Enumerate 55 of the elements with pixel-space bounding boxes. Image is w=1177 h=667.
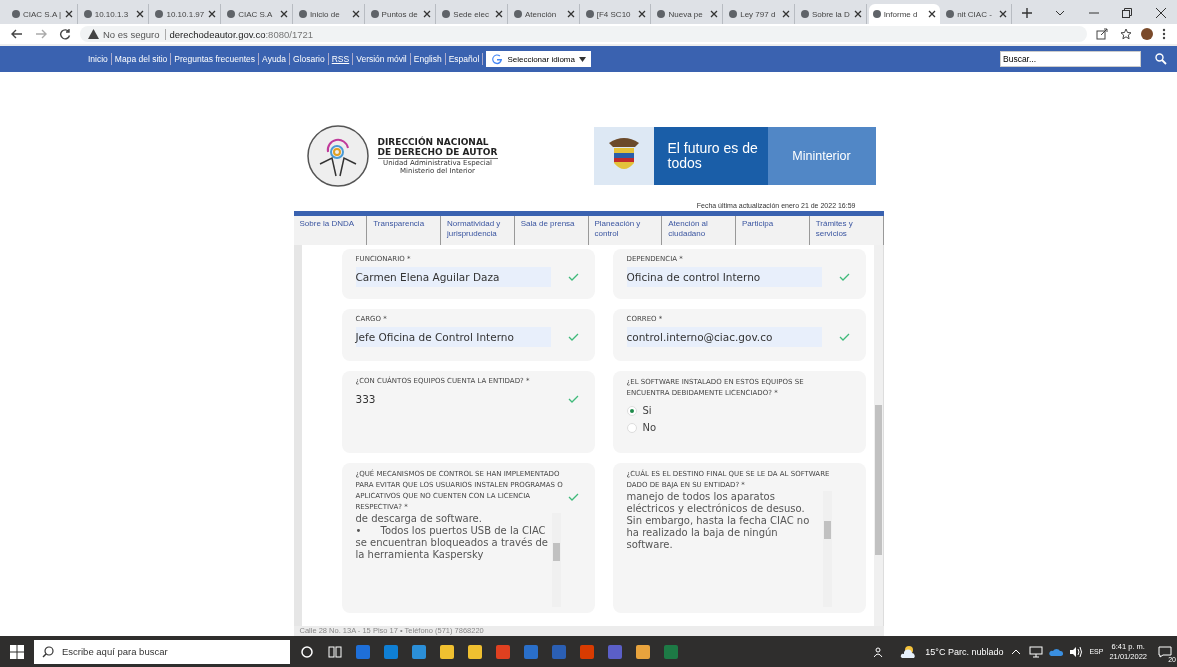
input-field[interactable]: Oficina de control Interno (626, 267, 822, 287)
top-link[interactable]: English (413, 54, 442, 64)
top-link[interactable]: Español (448, 54, 480, 64)
close-icon[interactable] (279, 10, 288, 18)
close-icon[interactable] (998, 10, 1007, 18)
taskbar-search-field[interactable]: Escribe aquí para buscar (34, 639, 290, 664)
textarea-field[interactable]: manejo de todos los aparatos eléctricos y electrónicos de desuso. Sin embargo, hasta la fecha CIAC no ha realizado la baja de ningún software. (626, 491, 832, 607)
scrollbar[interactable] (822, 491, 832, 607)
language-select[interactable]: Seleccionar idioma (486, 51, 591, 67)
search-icon (42, 645, 54, 658)
close-icon[interactable] (351, 10, 360, 18)
close-icon[interactable] (208, 10, 217, 18)
close-icon[interactable] (566, 10, 575, 18)
logo-drawing (305, 124, 370, 188)
share-icon[interactable] (1093, 28, 1111, 40)
notification-icon[interactable] (1158, 645, 1172, 658)
search-field[interactable]: Buscar... (1000, 51, 1141, 67)
close-icon[interactable] (638, 10, 647, 18)
radio-option[interactable]: No (626, 422, 852, 433)
input-field[interactable]: Jefe Oficina de Control Interno (355, 327, 551, 347)
close-icon[interactable] (423, 10, 432, 18)
close-icon[interactable] (781, 10, 790, 18)
top-link[interactable]: Inicio (88, 54, 108, 64)
org-title: DIRECCIÓN NACIONAL DE DERECHO DE AUTOR (377, 137, 498, 159)
search-icon[interactable] (1155, 53, 1167, 65)
caret-icon (578, 56, 586, 62)
close-icon[interactable] (64, 10, 73, 18)
close-icon[interactable] (495, 10, 504, 18)
avatar[interactable] (1141, 28, 1153, 40)
slogan-text: El futuro es de todos (653, 127, 768, 185)
radio-button[interactable] (626, 405, 637, 416)
address-bar[interactable]: No es seguro derechodeautor.gov.co:8080/1721 (80, 26, 1087, 42)
top-link[interactable]: Mapa del sitio (114, 54, 168, 64)
warning-icon (88, 29, 99, 39)
close-icon[interactable] (710, 10, 719, 18)
scrollbar[interactable] (551, 513, 561, 607)
radio-button[interactable] (626, 422, 637, 433)
browser-tab[interactable]: Informe d (868, 4, 941, 24)
close-icon[interactable] (928, 10, 937, 18)
close-icon[interactable] (136, 10, 145, 18)
top-link[interactable]: Ayuda (262, 54, 287, 64)
scrollbar[interactable] (873, 245, 883, 626)
radio-option[interactable]: Si (626, 405, 852, 416)
top-link[interactable]: Glosario (293, 54, 325, 64)
top-link[interactable]: Versión móvil (356, 54, 407, 64)
top-link[interactable]: Preguntas frecuentes (174, 54, 256, 64)
input-field[interactable]: 333 (355, 389, 551, 409)
top-link[interactable]: RSS (331, 54, 350, 64)
google-g-icon (491, 53, 504, 65)
close-icon[interactable] (853, 10, 862, 18)
weather-text[interactable]: 15°C Parc. nublado (925, 646, 1004, 657)
ministry-name: Mininterior (767, 127, 876, 185)
input-field[interactable]: control.interno@ciac.gov.co (626, 327, 822, 347)
input-field[interactable]: Carmen Elena Aguilar Daza (355, 267, 551, 287)
textarea-field[interactable]: de descarga de software. • Todos los puertos USB de la CIAC se encuentran bloqueados a través de la herramienta Kaspersky (355, 513, 561, 607)
